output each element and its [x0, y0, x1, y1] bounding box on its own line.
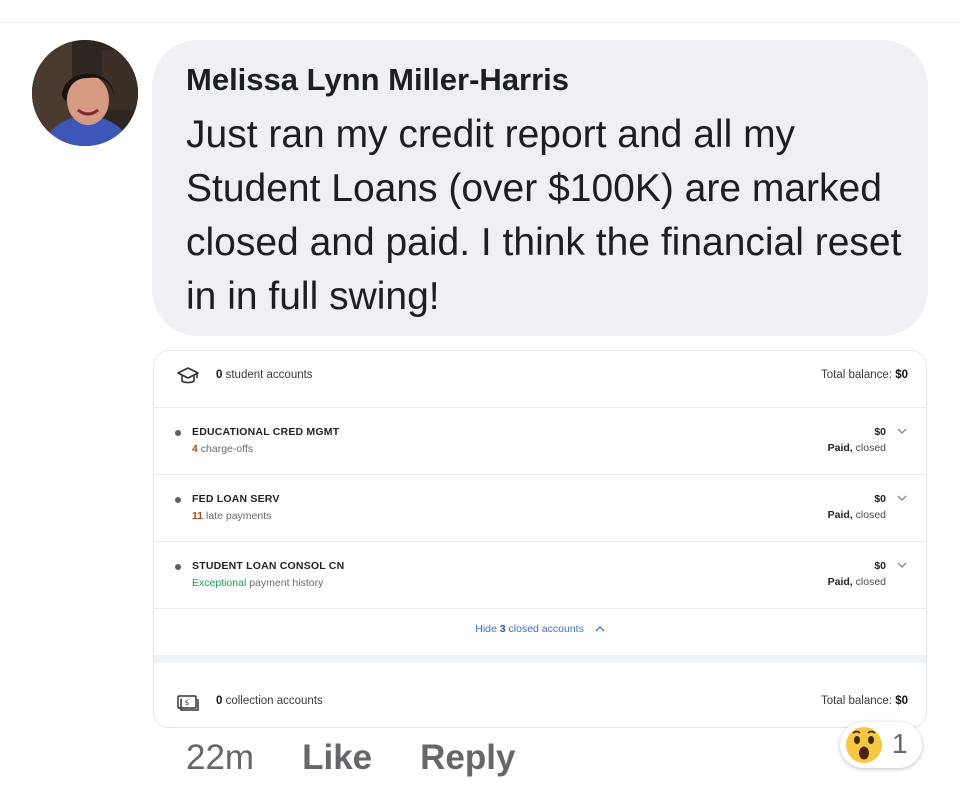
svg-text:$: $ — [185, 699, 189, 707]
comment-actions: 22m Like Reply — [186, 738, 563, 778]
account-name: STUDENT LOAN CONSOL CN — [192, 560, 345, 572]
account-balance: $0 — [874, 426, 886, 438]
chevron-down-icon[interactable] — [896, 559, 908, 571]
credit-report-screenshot: 0 student accounts Total balance: $0 EDU… — [153, 350, 927, 728]
bullet-icon — [175, 564, 181, 570]
account-balance: $0 — [874, 560, 886, 572]
graduation-cap-icon — [177, 367, 199, 384]
account-row[interactable]: STUDENT LOAN CONSOL CN Exceptional payme… — [154, 542, 926, 608]
chevron-down-icon[interactable] — [896, 425, 908, 437]
account-name: EDUCATIONAL CRED MGMT — [192, 426, 340, 438]
student-total-balance: Total balance: $0 — [821, 369, 908, 381]
comment-author[interactable]: Melissa Lynn Miller-Harris — [186, 62, 569, 98]
account-status: Paid, closed — [827, 442, 886, 454]
comment-text: Just ran my credit report and all my Stu… — [186, 113, 902, 318]
student-accounts-label: 0 student accounts — [216, 369, 313, 381]
comment-timestamp[interactable]: 22m — [186, 738, 254, 777]
reaction-count: 1 — [892, 728, 908, 759]
collection-accounts-label: 0 collection accounts — [216, 695, 323, 707]
divider — [154, 608, 926, 609]
account-status: Paid, closed — [827, 576, 886, 588]
account-row[interactable]: EDUCATIONAL CRED MGMT 4 charge-offs $0 P… — [154, 408, 926, 474]
account-status: Paid, closed — [827, 509, 886, 521]
top-divider — [0, 22, 960, 23]
collection-accounts-header: $ 0 collection accounts Total balance: $… — [154, 677, 926, 727]
chevron-up-icon — [595, 626, 605, 632]
money-icon: $ — [177, 695, 199, 711]
bullet-icon — [175, 430, 181, 436]
bullet-icon — [175, 497, 181, 503]
account-detail: 11 late payments — [192, 510, 272, 522]
account-detail: Exceptional payment history — [192, 577, 324, 589]
account-name: FED LOAN SERV — [192, 493, 280, 505]
account-balance: $0 — [874, 493, 886, 505]
collection-total-balance: Total balance: $0 — [821, 695, 908, 707]
section-gap — [154, 655, 926, 663]
avatar[interactable] — [32, 40, 138, 146]
reaction-summary[interactable]: 1 — [840, 722, 922, 768]
like-button[interactable]: Like — [302, 738, 372, 777]
wow-emoji-icon — [846, 727, 882, 763]
reply-button[interactable]: Reply — [420, 738, 515, 777]
account-row[interactable]: FED LOAN SERV 11 late payments $0 Paid, … — [154, 475, 926, 541]
student-accounts-header: 0 student accounts Total balance: $0 — [154, 351, 926, 407]
hide-closed-accounts-link[interactable]: Hide 3 closed accounts — [154, 623, 926, 635]
profile-photo-icon — [32, 40, 138, 146]
chevron-down-icon[interactable] — [896, 492, 908, 504]
account-detail: 4 charge-offs — [192, 443, 254, 455]
